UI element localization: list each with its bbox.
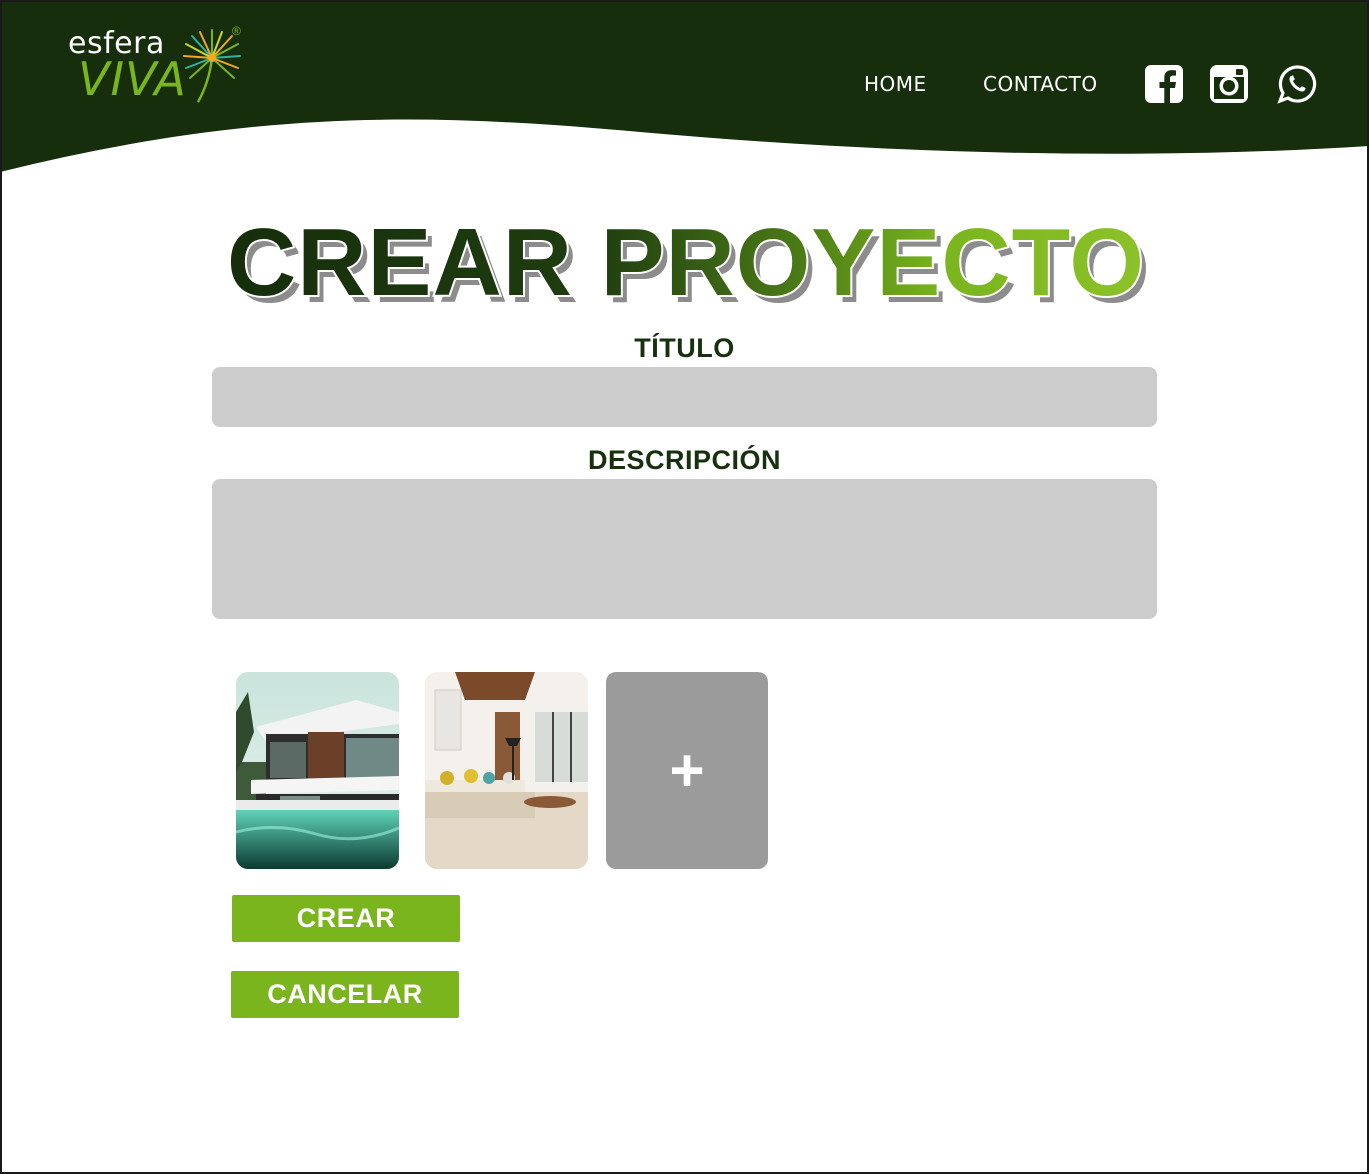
registered-mark: ®: [232, 24, 241, 38]
page-title-text: CREAR PROYECTO: [227, 209, 1145, 316]
add-image-button[interactable]: +: [606, 672, 768, 869]
project-image-thumbnail-house[interactable]: [236, 672, 399, 869]
living-room-interior-photo: [425, 672, 588, 869]
nav-contacto-link[interactable]: CONTACTO: [983, 72, 1098, 96]
nav-home-link[interactable]: HOME: [864, 72, 927, 96]
whatsapp-icon[interactable]: [1277, 64, 1317, 104]
brand-logo[interactable]: esfera VIVA ®: [66, 22, 256, 112]
modern-house-pool-photo: [236, 672, 399, 869]
title-input[interactable]: [212, 367, 1157, 427]
description-field-label: DESCRIPCIÓN: [587, 445, 782, 475]
page-title: CREAR PROYECTO CREAR PROYECTO: [0, 205, 1369, 338]
title-field-label: TÍTULO: [634, 333, 735, 363]
plus-icon: +: [669, 737, 705, 804]
description-textarea[interactable]: [212, 479, 1157, 619]
logo-text-viva: VIVA: [78, 52, 187, 106]
cancel-button[interactable]: CANCELAR: [231, 971, 459, 1018]
instagram-icon[interactable]: [1209, 64, 1249, 104]
facebook-icon[interactable]: [1144, 64, 1184, 104]
create-button[interactable]: CREAR: [232, 895, 460, 942]
project-image-thumbnail-living-room[interactable]: [425, 672, 588, 869]
page-title-graphic: CREAR PROYECTO CREAR PROYECTO: [225, 207, 1150, 323]
